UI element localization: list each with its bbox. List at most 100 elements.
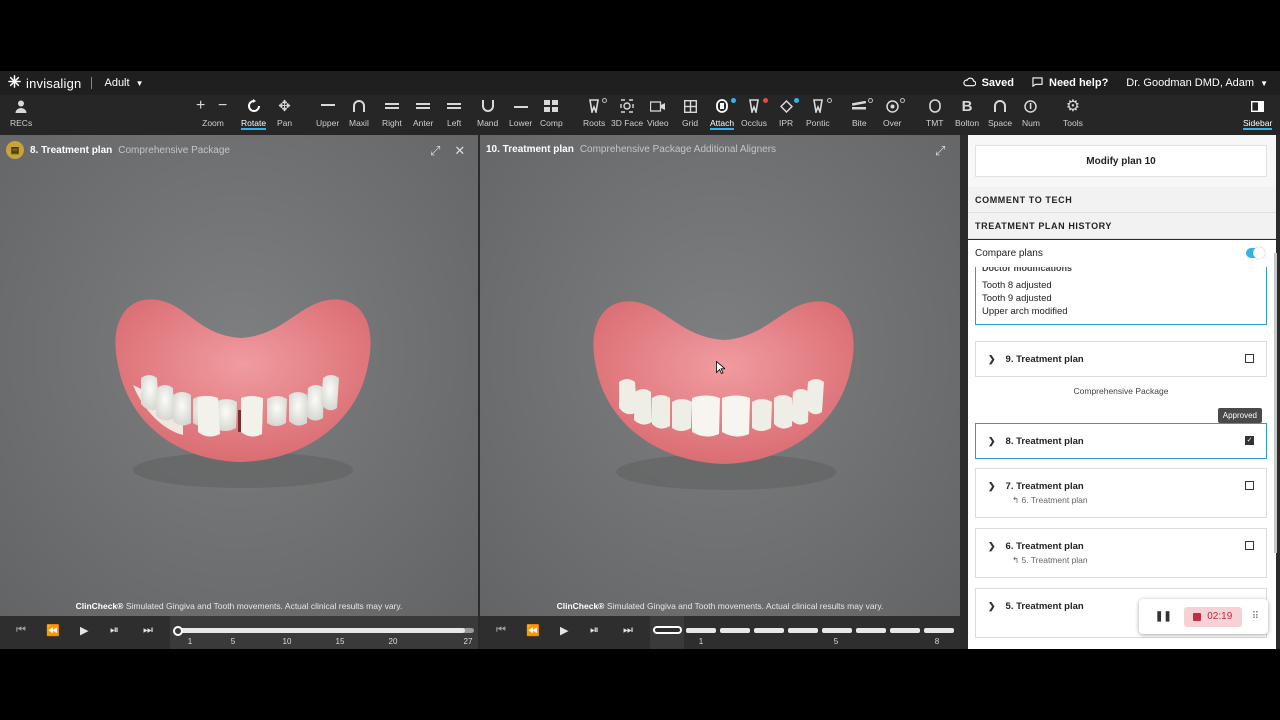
face-scan-icon (620, 95, 634, 117)
compare-plans-toggle[interactable] (1246, 247, 1265, 259)
step-forward-icon[interactable]: ⏯ (590, 624, 599, 637)
saved-label: Saved (981, 77, 1014, 89)
step-back-icon[interactable]: ⏪ (46, 624, 60, 637)
roots-tool[interactable]: Roots (583, 95, 607, 135)
plan-8-checkbox[interactable]: ✓ (1245, 436, 1254, 445)
compare-plans-label: Compare plans (975, 248, 1043, 259)
right-sidebar: Modify plan 10 COMMENT TO TECH TREATMENT… (963, 135, 1280, 649)
brand-logo[interactable]: invisalign (8, 75, 81, 91)
timeline-knob[interactable] (173, 626, 183, 636)
help-link[interactable]: Need help? (1032, 76, 1109, 90)
plan-card-8[interactable]: ❯ 8. Treatment plan ✓ (975, 423, 1267, 459)
pontic-tool[interactable]: Pontic (806, 95, 832, 135)
drag-handle-icon[interactable]: ⠿ (1252, 611, 1259, 622)
timeline-stage[interactable] (788, 628, 818, 633)
pause-icon[interactable]: ❚❚ (1155, 611, 1172, 622)
play-icon[interactable]: ▶ (80, 624, 88, 637)
sidebar-scrollbar[interactable] (1274, 253, 1277, 553)
ipr-tool[interactable]: IPR (779, 95, 799, 135)
pan-tool[interactable]: ✥ Pan (277, 95, 292, 135)
view-lower-button[interactable]: Lower (509, 95, 532, 135)
expand-icon[interactable]: ⤢ (430, 143, 440, 159)
skip-end-icon[interactable]: ⏭ (143, 624, 153, 637)
expand-icon[interactable]: ⤢ (935, 143, 945, 159)
numbering-tool[interactable]: Num (1022, 95, 1040, 135)
grid-tool[interactable]: Grid (682, 95, 698, 135)
timeline-stage[interactable] (924, 628, 954, 633)
view-mand-button[interactable]: Mand (477, 95, 498, 135)
video-tool[interactable]: Video (647, 95, 669, 135)
rotate-tool[interactable]: Rotate (241, 95, 267, 135)
right-timeline[interactable]: 1 5 8 (650, 616, 960, 649)
plan-card-9[interactable]: ❯ 9. Treatment plan (975, 341, 1267, 377)
timeline-stage[interactable] (754, 628, 784, 633)
plan-card-6[interactable]: ❯ 6. Treatment plan ↰ 5. Treatment plan (975, 528, 1267, 578)
stop-recording-button[interactable]: 02:19 (1183, 606, 1242, 627)
toolbar: RECs + + Zoom − Rotate ✥ Pan Upper Maxil (0, 95, 1280, 135)
gear-icon: ⚙ (1065, 98, 1081, 115)
tmt-tool[interactable]: TMT (926, 95, 943, 135)
left-plan-title: 8. Treatment plan (30, 144, 113, 156)
user-menu[interactable]: Dr. Goodman DMD, Adam ▼ (1126, 77, 1268, 89)
view-maxil-button[interactable]: Maxil (349, 95, 369, 135)
view-upper-button[interactable]: Upper (316, 95, 339, 135)
help-label: Need help? (1049, 77, 1109, 89)
overjet-tool[interactable]: Over (883, 95, 905, 135)
compare-tool[interactable]: Comp (540, 95, 563, 135)
plan-card-7[interactable]: ❯ 7. Treatment plan ↰ 6. Treatment plan (975, 468, 1267, 518)
divider (91, 77, 93, 89)
mode-selector[interactable]: Adult ▼ (104, 77, 143, 89)
bite-tool[interactable]: Bite (852, 95, 873, 135)
occlusion-tool[interactable]: Occlus (741, 95, 768, 135)
plan-6-checkbox[interactable] (1245, 541, 1254, 550)
step-forward-icon[interactable]: ⏯ (110, 624, 119, 637)
timeline-current-stage[interactable] (653, 626, 682, 634)
view-right-button[interactable]: Right (382, 95, 402, 135)
left-timeline[interactable]: 1 5 10 15 20 27 (170, 616, 478, 649)
skip-start-icon[interactable]: ⏮ (16, 624, 26, 637)
plan-9-checkbox[interactable] (1245, 354, 1254, 363)
left-view-header: ▤ 8. Treatment plan Comprehensive Packag… (6, 141, 230, 159)
sidebar-icon (1251, 95, 1265, 117)
treatment-history-header[interactable]: TREATMENT PLAN HISTORY (968, 213, 1276, 239)
approved-tooltip: Approved (1217, 408, 1262, 423)
close-icon[interactable]: ✕ (454, 143, 465, 159)
person-icon (15, 95, 27, 117)
face-3d-tool[interactable]: 3D Face (611, 95, 643, 135)
tools-menu[interactable]: ⚙ Tools (1063, 95, 1083, 135)
timeline-stage[interactable] (720, 628, 750, 633)
left-timeline-track[interactable] (178, 628, 474, 633)
timeline-stage[interactable] (686, 628, 716, 633)
left-3d-viewport[interactable]: ▤ 8. Treatment plan Comprehensive Packag… (0, 135, 478, 616)
skip-end-icon[interactable]: ⏭ (623, 624, 633, 637)
attach-tool[interactable]: Attach (710, 95, 736, 135)
view-anter-button[interactable]: Anter (413, 95, 433, 135)
skip-start-icon[interactable]: ⏮ (496, 624, 506, 637)
step-back-icon[interactable]: ⏪ (526, 624, 540, 637)
view-left-button[interactable]: Left (447, 95, 461, 135)
timeline-stage[interactable] (822, 628, 852, 633)
space-tool[interactable]: Space (988, 95, 1012, 135)
bite-icon (852, 95, 867, 117)
zoom-out-button[interactable]: − (218, 95, 227, 135)
modify-plan-button[interactable]: Modify plan 10 (975, 145, 1267, 177)
sidebar-toggle[interactable]: Sidebar (1243, 95, 1273, 135)
play-icon[interactable]: ▶ (560, 624, 568, 637)
caret-down-icon: ▼ (1260, 78, 1268, 88)
chevron-down-icon[interactable]: ❯ (988, 541, 996, 552)
recs-button[interactable]: RECs (10, 95, 32, 135)
attachment-icon (716, 95, 728, 117)
plan-7-checkbox[interactable] (1245, 481, 1254, 490)
timeline-stage[interactable] (890, 628, 920, 633)
chevron-down-icon[interactable]: ❯ (988, 601, 996, 612)
right-3d-viewport[interactable]: 10. Treatment plan Comprehensive Package… (480, 135, 960, 616)
compare-plans-row: Compare plans (968, 240, 1276, 267)
brand-name: invisalign (26, 75, 82, 91)
bolton-tool[interactable]: B Bolton (955, 95, 979, 135)
timeline-stage[interactable] (856, 628, 886, 633)
modification-line: Tooth 9 adjusted (982, 293, 1052, 304)
chevron-down-icon[interactable]: ❯ (988, 436, 996, 447)
chevron-down-icon[interactable]: ❯ (988, 481, 996, 492)
chevron-down-icon[interactable]: ❯ (988, 354, 996, 365)
comment-to-tech-header[interactable]: COMMENT TO TECH (968, 187, 1276, 213)
